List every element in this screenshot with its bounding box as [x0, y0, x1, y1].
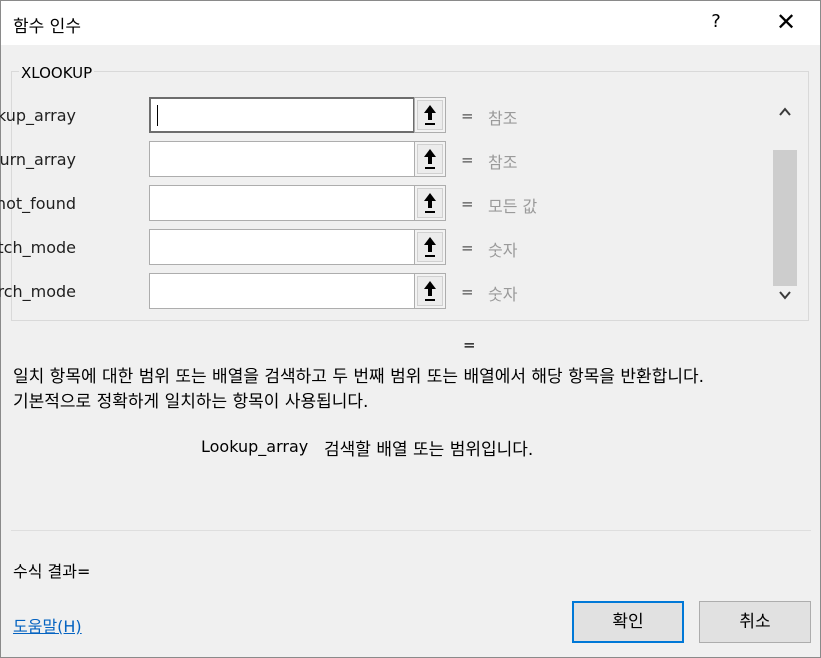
scroll-thumb[interactable]: [773, 150, 797, 286]
scroll-up-button[interactable]: [773, 97, 797, 127]
collapse-dialog-arrow-icon: [424, 281, 436, 301]
argument-help-name: Lookup_array: [201, 437, 309, 456]
collapse-dialog-arrow-icon: [424, 149, 436, 169]
argument-type-hint: 참조: [488, 153, 518, 172]
argument-row-match-mode: Match_mode = 숫자: [0, 229, 761, 267]
equals-sign: =: [461, 239, 474, 257]
equals-sign: =: [461, 195, 474, 213]
function-description: 일치 항목에 대한 범위 또는 배열을 검색하고 두 번째 범위 또는 배열에서…: [13, 365, 813, 415]
argument-row-if-not-found: If_not_found = 모든 값: [0, 185, 761, 223]
search-mode-refedit-button[interactable]: [414, 273, 446, 309]
help-link[interactable]: 도움말(H): [13, 613, 82, 637]
chevron-down-icon: [779, 291, 791, 300]
equals-sign: =: [461, 107, 474, 125]
argument-type-hint: 모든 값: [488, 197, 538, 216]
argument-label: Match_mode: [0, 238, 76, 257]
formula-result-label: 수식 결과=: [13, 562, 91, 581]
scroll-down-button[interactable]: [773, 281, 797, 311]
argument-row-search-mode: Search_mode = 숫자: [0, 273, 761, 311]
chevron-up-icon: [779, 107, 791, 116]
ok-button[interactable]: 확인: [572, 601, 684, 643]
equals-sign: =: [461, 151, 474, 169]
arguments-scrollbar[interactable]: [773, 97, 797, 311]
function-arguments-dialog: 함수 인수 ? ✕ XLOOKUP Lookup_array = 참조 Retu…: [0, 0, 821, 658]
argument-row-lookup-array: Lookup_array = 참조: [0, 97, 761, 135]
return-array-input[interactable]: [149, 141, 415, 177]
text-caret: [157, 105, 158, 126]
argument-label: If_not_found: [0, 194, 76, 213]
if-not-found-refedit-button[interactable]: [414, 185, 446, 221]
close-button[interactable]: ✕: [771, 5, 801, 39]
search-mode-input[interactable]: [149, 273, 415, 309]
return-array-refedit-button[interactable]: [414, 141, 446, 177]
divider: [11, 530, 811, 531]
equals-sign: =: [461, 283, 474, 301]
function-name: XLOOKUP: [19, 64, 95, 82]
match-mode-input[interactable]: [149, 229, 415, 265]
match-mode-refedit-button[interactable]: [414, 229, 446, 265]
argument-row-return-array: Return_array = 참조: [0, 141, 761, 179]
cancel-button[interactable]: 취소: [699, 601, 811, 643]
lookup-array-refedit-button[interactable]: [414, 97, 446, 133]
argument-label: Return_array: [0, 150, 76, 169]
argument-help-text: 검색할 배열 또는 범위입니다.: [324, 440, 534, 460]
lookup-array-input[interactable]: [149, 97, 415, 133]
collapse-dialog-arrow-icon: [424, 193, 436, 213]
collapse-dialog-arrow-icon: [424, 237, 436, 257]
title-bar: 함수 인수 ? ✕: [1, 1, 820, 45]
description-line: 기본적으로 정확하게 일치하는 항목이 사용됩니다.: [13, 392, 369, 412]
argument-label: Search_mode: [0, 282, 76, 301]
collapse-dialog-arrow-icon: [424, 105, 436, 125]
if-not-found-input[interactable]: [149, 185, 415, 221]
description-line: 일치 항목에 대한 범위 또는 배열을 검색하고 두 번째 범위 또는 배열에서…: [13, 367, 705, 387]
argument-type-hint: 숫자: [488, 285, 518, 304]
argument-type-hint: 참조: [488, 109, 518, 128]
help-button[interactable]: ?: [701, 5, 731, 39]
function-result: =: [463, 336, 476, 354]
argument-type-hint: 숫자: [488, 241, 518, 260]
dialog-title: 함수 인수: [13, 17, 81, 37]
argument-label: Lookup_array: [0, 106, 76, 125]
